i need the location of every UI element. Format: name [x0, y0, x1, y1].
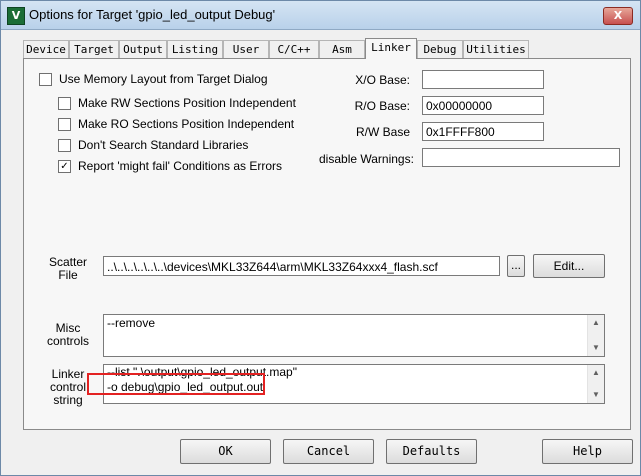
ro-independent-checkbox[interactable]: Make RO Sections Position Independent — [58, 117, 298, 133]
checkbox-box[interactable] — [39, 73, 52, 86]
scatter-file-label: Scatter File — [38, 256, 98, 282]
misc-scrollbar[interactable]: ▲ ▼ — [587, 315, 604, 356]
tab-user[interactable]: User — [223, 40, 269, 58]
scatter-label-line2: File — [58, 268, 78, 282]
ro-base-input[interactable]: 0x00000000 — [422, 96, 544, 115]
keil-app-icon: V — [7, 7, 25, 25]
linker-label-line2: control — [49, 380, 87, 394]
checkmark-icon[interactable]: ✓ — [58, 160, 71, 173]
checkbox-box[interactable] — [58, 118, 71, 131]
misc-controls-textarea[interactable]: --remove ▲ ▼ — [103, 314, 605, 357]
rw-base-input[interactable]: 0x1FFFF800 — [422, 122, 544, 141]
checkbox-box[interactable] — [58, 97, 71, 110]
help-button[interactable]: Help — [542, 439, 633, 464]
use-memory-layout-checkbox[interactable]: Use Memory Layout from Target Dialog — [39, 72, 279, 88]
tab-linker[interactable]: Linker — [365, 38, 417, 59]
scroll-up-icon[interactable]: ▲ — [588, 315, 604, 331]
rw-independent-checkbox[interactable]: Make RW Sections Position Independent — [58, 96, 298, 112]
xo-base-label: X/O Base: — [355, 73, 410, 87]
linker-label-line3: string — [53, 393, 83, 407]
tab-utilities[interactable]: Utilities — [463, 40, 529, 58]
scatter-file-input[interactable]: ..\..\..\..\..\..\devices\MKL33Z644\arm\… — [103, 256, 500, 276]
cancel-button[interactable]: Cancel — [283, 439, 374, 464]
scroll-down-icon[interactable]: ▼ — [588, 387, 604, 403]
scroll-down-icon[interactable]: ▼ — [588, 340, 604, 356]
checkbox-label: Don't Search Standard Libraries — [78, 138, 249, 152]
misc-controls-text: --remove — [107, 316, 156, 330]
tab-device[interactable]: Device — [23, 40, 69, 58]
scroll-up-icon[interactable]: ▲ — [588, 365, 604, 381]
misc-controls-label: Misc controls — [38, 322, 98, 348]
dont-search-std-libs-checkbox[interactable]: Don't Search Standard Libraries — [58, 138, 298, 154]
close-button[interactable]: X — [603, 7, 633, 25]
linker-control-scrollbar[interactable]: ▲ ▼ — [587, 365, 604, 403]
defaults-button[interactable]: Defaults — [386, 439, 477, 464]
report-might-fail-checkbox[interactable]: ✓ Report 'might fail' Conditions as Erro… — [58, 159, 298, 175]
disable-warnings-input[interactable] — [422, 148, 620, 167]
disable-warnings-label: disable Warnings: — [319, 152, 414, 166]
checkbox-label: Use Memory Layout from Target Dialog — [59, 72, 268, 86]
xo-base-input[interactable] — [422, 70, 544, 89]
tab-c-cpp[interactable]: C/C++ — [269, 40, 319, 58]
tab-asm[interactable]: Asm — [319, 40, 365, 58]
edit-scatter-button[interactable]: Edit... — [533, 254, 605, 278]
scatter-label-line1: Scatter — [48, 255, 87, 269]
window-title: Options for Target 'gpio_led_output Debu… — [29, 7, 276, 22]
options-dialog: V Options for Target 'gpio_led_output De… — [0, 0, 641, 476]
ok-button[interactable]: OK — [180, 439, 271, 464]
rw-base-label: R/W Base — [355, 125, 410, 139]
checkbox-box[interactable] — [58, 139, 71, 152]
misc-label-line1: Misc — [55, 321, 81, 335]
browse-scatter-button[interactable]: ... — [507, 255, 525, 277]
checkbox-label: Report 'might fail' Conditions as Errors — [78, 159, 282, 173]
linker-label-line1: Linker — [51, 367, 85, 381]
checkbox-label: Make RO Sections Position Independent — [78, 117, 295, 131]
checkbox-label: Make RW Sections Position Independent — [78, 96, 296, 110]
tab-target[interactable]: Target — [69, 40, 119, 58]
title-bar[interactable]: V Options for Target 'gpio_led_output De… — [1, 1, 640, 30]
ro-base-label: R/O Base: — [354, 99, 410, 113]
tab-listing[interactable]: Listing — [167, 40, 223, 58]
misc-label-line2: controls — [46, 334, 90, 348]
tab-output[interactable]: Output — [119, 40, 167, 58]
red-highlight-box — [87, 373, 265, 395]
tab-debug[interactable]: Debug — [417, 40, 463, 58]
